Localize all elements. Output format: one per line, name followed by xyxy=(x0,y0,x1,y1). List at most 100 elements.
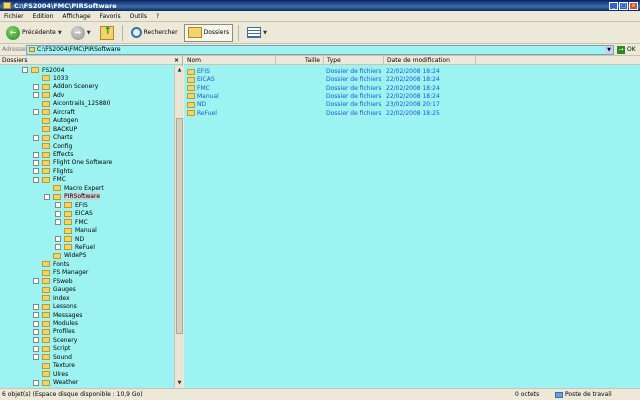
tree-item[interactable]: FS Manager xyxy=(33,269,88,277)
scroll-down-icon[interactable]: ▼ xyxy=(175,379,184,388)
chevron-down-icon[interactable]: ▼ xyxy=(58,30,62,36)
tree-item[interactable]: Charts xyxy=(33,134,73,142)
column-size[interactable]: Taille xyxy=(276,56,324,65)
tree-item[interactable]: Modules xyxy=(33,320,78,328)
expand-icon[interactable] xyxy=(33,345,39,352)
search-button[interactable]: Rechercher xyxy=(128,24,181,42)
menu-favoris[interactable]: Favoris xyxy=(100,13,121,20)
menu-edition[interactable]: Edition xyxy=(33,13,54,20)
close-button[interactable]: × xyxy=(629,1,638,10)
expand-icon[interactable] xyxy=(33,303,39,310)
menu-fichier[interactable]: Fichier xyxy=(4,13,24,20)
scroll-up-icon[interactable]: ▲ xyxy=(175,66,184,75)
tree-item[interactable]: Addon Scenery xyxy=(33,83,98,91)
tree-scrollbar[interactable]: ▲ ▼ xyxy=(174,66,183,388)
file-row[interactable]: ReFuel Dossier de fichiers 22/02/2008 18:2… xyxy=(184,110,640,118)
file-row[interactable]: Manual Dossier de fichiers 22/02/2008 18:2… xyxy=(184,93,640,101)
collapse-icon[interactable] xyxy=(44,193,50,200)
tree-item[interactable]: Effects xyxy=(33,151,73,159)
tree-item[interactable]: ReFuel xyxy=(55,243,95,251)
expand-icon[interactable] xyxy=(33,320,39,327)
file-row[interactable]: FMC Dossier de fichiers 22/02/2008 18:24 xyxy=(184,85,640,93)
close-icon[interactable]: × xyxy=(174,57,179,64)
expand-icon[interactable] xyxy=(33,379,39,386)
tree-item[interactable]: FMC xyxy=(33,176,66,184)
tree-item[interactable]: FSweb xyxy=(33,277,73,285)
tree-item[interactable]: Adv xyxy=(33,91,64,99)
expand-icon[interactable] xyxy=(55,210,61,217)
column-name[interactable]: Nom xyxy=(184,56,276,65)
tree-item[interactable]: ND xyxy=(55,235,84,243)
expand-icon[interactable] xyxy=(33,328,39,335)
tree-item[interactable]: Macro Expert xyxy=(44,184,104,192)
back-button[interactable]: ← Précédente ▼ xyxy=(3,24,65,42)
tree-item[interactable]: Sound xyxy=(33,353,72,361)
expand-icon[interactable] xyxy=(33,278,39,285)
tree-item[interactable]: Weather xyxy=(33,379,78,387)
tree-item[interactable]: WidePS xyxy=(44,252,86,260)
tree-item[interactable]: Flights xyxy=(33,167,73,175)
forward-button[interactable]: → ▼ xyxy=(68,24,94,42)
expand-icon[interactable] xyxy=(33,83,39,90)
tree-item[interactable]: Manual xyxy=(55,227,97,235)
tree-item[interactable]: FS2004 xyxy=(22,66,64,74)
expand-icon[interactable] xyxy=(55,244,61,251)
tree-item[interactable]: Gauges xyxy=(33,286,76,294)
tree-item[interactable]: Index xyxy=(33,294,70,302)
tree-item[interactable]: Messages xyxy=(33,311,82,319)
tree-item[interactable]: EFIS xyxy=(55,201,88,209)
expand-icon[interactable] xyxy=(33,92,39,99)
minimize-button[interactable]: _ xyxy=(609,1,618,10)
tree-item[interactable]: Aircraft xyxy=(33,108,75,116)
expand-icon[interactable] xyxy=(33,337,39,344)
tree-item[interactable]: Config xyxy=(33,142,72,150)
file-type: Dossier de fichiers xyxy=(326,109,382,117)
tree-item[interactable]: Autogen xyxy=(33,117,78,125)
tree-item[interactable]: Lessons xyxy=(33,303,77,311)
maximize-button[interactable]: □ xyxy=(619,1,628,10)
chevron-down-icon[interactable]: ▼ xyxy=(87,30,91,36)
tree-item[interactable]: Scenery xyxy=(33,336,77,344)
address-input[interactable]: C:\FS2004\FMC\PIRSoftware ▼ xyxy=(26,44,614,55)
expand-icon[interactable] xyxy=(55,202,61,209)
tree-item[interactable]: Texture xyxy=(33,362,75,370)
scrollbar-thumb[interactable] xyxy=(176,118,183,334)
tree-item[interactable]: BACKUP xyxy=(33,125,77,133)
file-row[interactable]: EFIS Dossier de fichiers 22/02/2008 18:24 xyxy=(184,68,640,76)
menu-affichage[interactable]: Affichage xyxy=(62,13,90,20)
chevron-down-icon[interactable]: ▼ xyxy=(263,30,267,36)
tree-item[interactable]: Fonts xyxy=(33,260,69,268)
expand-icon[interactable] xyxy=(33,312,39,319)
collapse-icon[interactable] xyxy=(33,176,39,183)
expand-icon[interactable] xyxy=(55,219,61,226)
expand-icon[interactable] xyxy=(55,236,61,242)
up-folder-button[interactable] xyxy=(97,24,117,42)
tree-item[interactable]: Script xyxy=(33,345,70,353)
tree-item-label: Script xyxy=(53,345,71,353)
collapse-icon[interactable] xyxy=(22,67,28,73)
expand-icon[interactable] xyxy=(33,159,39,166)
go-button[interactable]: → OK xyxy=(617,45,636,54)
expand-icon[interactable] xyxy=(33,354,39,361)
chevron-down-icon[interactable]: ▼ xyxy=(605,45,613,54)
expand-icon[interactable] xyxy=(33,134,39,141)
tree-item[interactable]: 1033 xyxy=(33,74,68,82)
file-row[interactable]: EICAS Dossier de fichiers 22/02/2008 18:24 xyxy=(184,76,640,84)
tree-item[interactable]: Profiles xyxy=(33,328,75,336)
tree-item[interactable]: Aicontrails_125880 xyxy=(33,100,110,108)
menu-outils[interactable]: Outils xyxy=(130,13,147,20)
tree-item[interactable]: PIRSoftware xyxy=(44,193,101,201)
column-date[interactable]: Date de modification xyxy=(384,56,476,65)
tree-item[interactable]: Ulres xyxy=(33,370,68,378)
views-button[interactable]: ▼ xyxy=(244,24,270,42)
column-type[interactable]: Type xyxy=(324,56,384,65)
tree-item[interactable]: Flight One Software xyxy=(33,159,112,167)
menu-help[interactable]: ? xyxy=(156,13,159,20)
file-row[interactable]: ND Dossier de fichiers 23/02/2008 20:17 xyxy=(184,101,640,109)
expand-icon[interactable] xyxy=(33,151,39,158)
expand-icon[interactable] xyxy=(33,168,39,175)
tree-item[interactable]: EICAS xyxy=(55,210,93,218)
tree-item[interactable]: FMC xyxy=(55,218,88,226)
expand-icon[interactable] xyxy=(33,109,39,116)
folders-button[interactable]: Dossiers xyxy=(183,23,234,42)
